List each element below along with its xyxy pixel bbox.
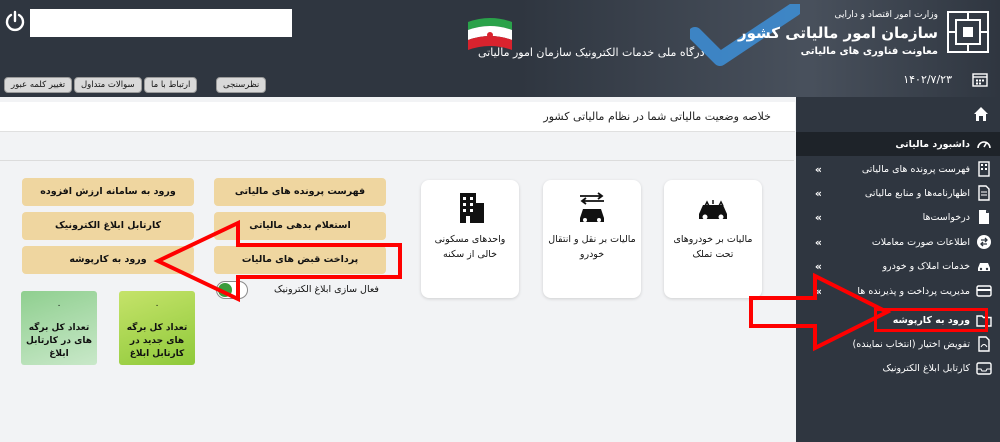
toggle-label: فعال سازی ابلاغ الکترونیک: [274, 284, 379, 295]
car-transfer-icon: [580, 192, 604, 222]
sidebar-item-label: کارتابل ابلاغ الکترونیک: [882, 362, 970, 374]
new-sheets-stat: ۰ تعداد کل برگه های جدید در کارتابل ابلا…: [119, 291, 195, 365]
credit-card-icon: [976, 285, 992, 297]
chevron-icon: »: [814, 235, 822, 249]
sidebar-item-label: تفویض اختیار (انتخاب نماینده): [852, 338, 970, 350]
home-icon[interactable]: [972, 105, 990, 123]
sidebar-item-property-car[interactable]: خدمات املاک و خودرو »: [796, 254, 1000, 278]
org-ministry: وزارت امور اقتصاد و دارایی: [834, 10, 938, 20]
sidebar-item-dashboard[interactable]: داشبورد مالیاتی: [796, 132, 1000, 156]
org-name: سازمان امور مالیاتی کشور: [737, 24, 938, 42]
toggle-knob: [218, 283, 232, 297]
sidebar-item-payments[interactable]: مدیریت پرداخت و پذیرنده ها »: [796, 279, 1000, 303]
vat-login-button[interactable]: ورود به سامانه ارزش افزوده: [22, 178, 194, 206]
speedometer-icon: [977, 141, 991, 149]
card-label: مالیات بر خودروهای تحت تملک: [673, 234, 753, 260]
chevron-icon: »: [814, 284, 822, 298]
chevron-icon: »: [814, 210, 822, 224]
chevron-icon: »: [814, 186, 822, 200]
debt-inquiry-button[interactable]: استعلام بدهی مالیاتی: [214, 212, 386, 240]
page-title-bar: خلاصه وضعیت مالیاتی شما در نظام مالیاتی …: [0, 102, 795, 132]
sidebar-item-label: درخواست‌ها: [922, 211, 970, 223]
stat-label: تعداد کل برگه های در کارتابل ابلاغ: [26, 323, 92, 359]
car-crash-icon: [699, 200, 727, 220]
car-icon: [978, 263, 990, 271]
exchange-icon: [977, 235, 991, 249]
inbox-icon: [976, 362, 992, 375]
total-sheets-stat: ۰ تعداد کل برگه های در کارتابل ابلاغ: [21, 291, 97, 365]
sidebar-item-e-notice[interactable]: کارتابل ابلاغ الکترونیک: [796, 356, 1000, 380]
sidebar-item-label: اظهارنامه‌ها و منابع مالیاتی: [864, 187, 970, 199]
app-root: درگاه ملی خدمات الکترونیک سازمان امور ما…: [0, 0, 1000, 442]
workspace-button[interactable]: ورود به کارپوشه: [22, 246, 194, 274]
chevron-icon: »: [814, 259, 822, 273]
faq-button[interactable]: سوالات متداول: [74, 77, 142, 93]
card-owned-cars-tax[interactable]: مالیات بر خودروهای تحت تملک: [664, 180, 762, 298]
sidebar-item-delegation[interactable]: تفویض اختیار (انتخاب نماینده): [796, 332, 1000, 356]
e-notice-toggle[interactable]: [216, 281, 248, 299]
username-box: [30, 9, 292, 37]
sidebar-item-label: فهرست پرونده های مالیاتی: [861, 163, 970, 175]
calendar-icon: [972, 73, 988, 87]
document-icon: [978, 185, 990, 201]
sidebar-item-label: اطلاعات صورت معاملات: [871, 236, 970, 248]
sidebar: داشبورد مالیاتی فهرست پرونده های مالیاتی…: [796, 97, 1000, 442]
e-notice-button[interactable]: کارتابل ابلاغ الکترونیک: [22, 212, 194, 240]
stat-value: ۰: [56, 301, 62, 311]
sidebar-item-declarations[interactable]: اظهارنامه‌ها و منابع مالیاتی »: [796, 181, 1000, 205]
page-title: خلاصه وضعیت مالیاتی شما در نظام مالیاتی …: [543, 110, 771, 123]
contact-button[interactable]: ارتباط با ما: [144, 77, 198, 93]
date-display: ۱۴۰۲/۷/۲۳: [903, 73, 952, 86]
org-logo-icon: [947, 11, 989, 53]
sidebar-item-tax-files[interactable]: فهرست پرونده های مالیاتی »: [796, 157, 1000, 181]
card-car-transfer-tax[interactable]: مالیات بر نقل و انتقال خودرو: [543, 180, 641, 298]
sidebar-item-transactions[interactable]: اطلاعات صورت معاملات »: [796, 230, 1000, 254]
tax-files-button[interactable]: فهرست پرونده های مالیاتی: [214, 178, 386, 206]
file-request-icon: [979, 210, 989, 224]
card-vacant-units-tax[interactable]: واحدهای مسکونی خالی از سکنه: [421, 180, 519, 298]
apartment-icon: [460, 193, 484, 223]
sidebar-item-label: داشبورد مالیاتی: [895, 138, 970, 150]
power-icon[interactable]: [4, 10, 26, 32]
card-label: واحدهای مسکونی خالی از سکنه: [434, 234, 506, 260]
survey-button[interactable]: نظرسنجی: [216, 77, 267, 93]
workspace-highlight-box: [874, 308, 988, 332]
portal-title: درگاه ملی خدمات الکترونیک سازمان امور ما…: [478, 46, 705, 59]
header: درگاه ملی خدمات الکترونیک سازمان امور ما…: [0, 0, 1000, 97]
chevron-icon: »: [814, 162, 822, 176]
org-block: وزارت امور اقتصاد و دارایی سازمان امور م…: [738, 4, 990, 64]
sidebar-item-label: خدمات املاک و خودرو: [882, 260, 970, 272]
change-password-button[interactable]: تغییر کلمه عبور: [4, 77, 73, 93]
card-label: مالیات بر نقل و انتقال خودرو: [548, 234, 636, 260]
tax-payment-button[interactable]: پرداخت قبض های مالیات: [214, 246, 386, 274]
sidebar-item-label: مدیریت پرداخت و پذیرنده ها: [857, 285, 970, 297]
org-department: معاونت فناوری های مالیاتی: [800, 46, 938, 57]
sidebar-item-requests[interactable]: درخواست‌ها »: [796, 205, 1000, 229]
stat-label: تعداد کل برگه های جدید در کارتابل ابلاغ: [126, 323, 188, 359]
stat-value: ۰: [154, 301, 160, 311]
building-icon: [978, 161, 990, 177]
delegate-icon: [978, 336, 990, 352]
